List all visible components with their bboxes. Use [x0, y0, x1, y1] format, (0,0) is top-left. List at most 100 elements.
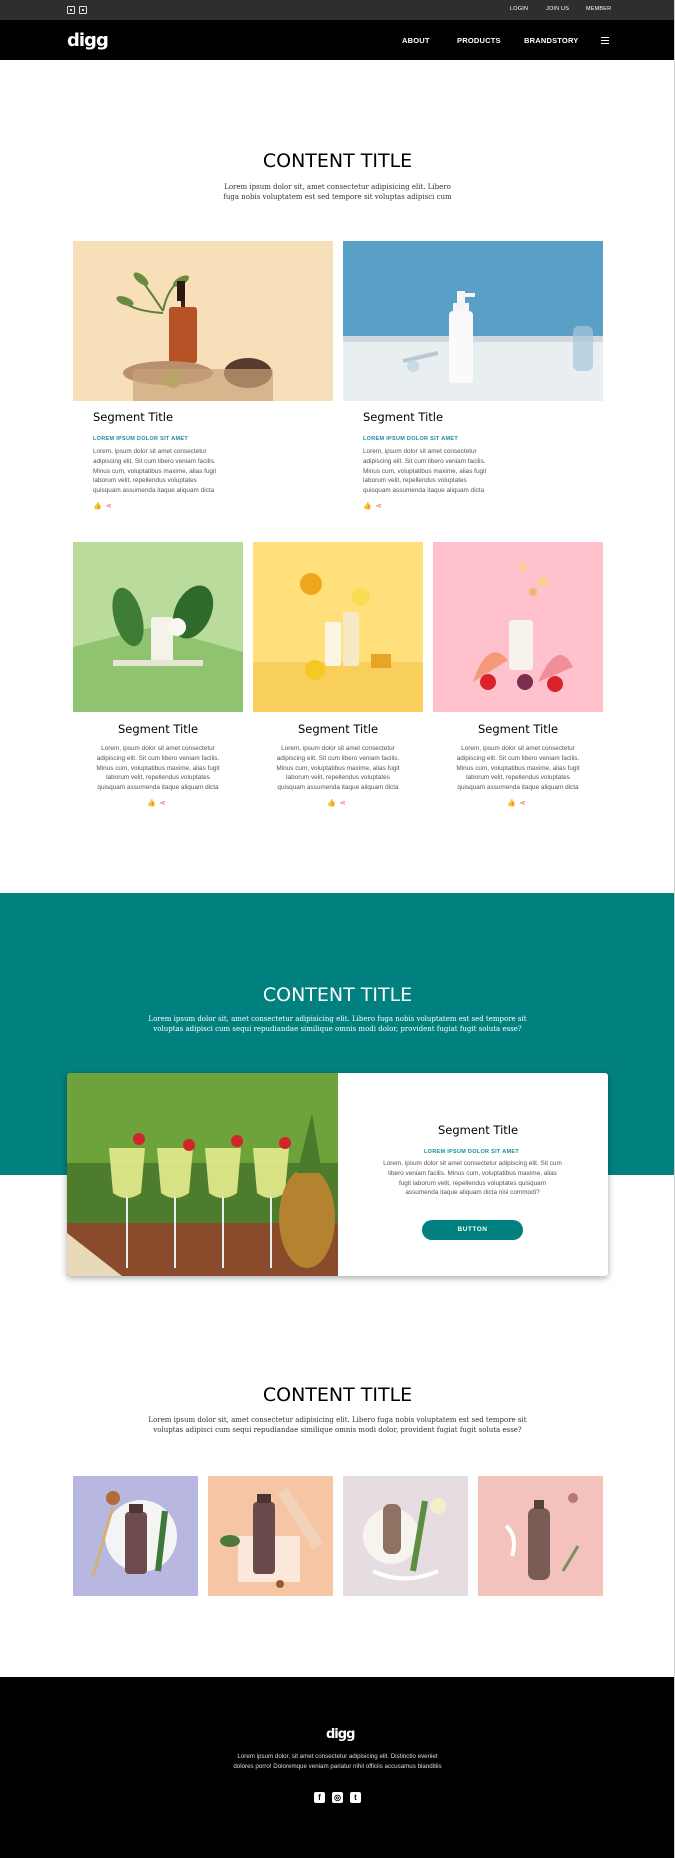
text-line: fugit laborum velit, repellendus volupta… — [398, 1179, 547, 1187]
site-logo[interactable]: digg — [67, 30, 109, 51]
segment-subtitle: LOREM IPSUM DOLOR SIT AMET — [363, 436, 458, 442]
gallery-image-grey[interactable] — [343, 1476, 468, 1596]
like-icon[interactable]: 👍 — [147, 799, 156, 807]
text-line: Lorem, ipsum dolor sit amet consectetur — [101, 745, 215, 752]
text-line: Minus cum, voluptatibus maxime, alias fu… — [456, 764, 580, 772]
section1-desc-line: Lorem ipsum dolor sit, amet consectetur … — [224, 183, 451, 191]
segment-text: Lorem, ipsum dolor sit amet consectetur … — [363, 447, 543, 496]
share-icon[interactable]: ⋖ — [106, 502, 112, 510]
join-us-link[interactable]: JOIN US — [546, 6, 569, 12]
text-line: Lorem, ipsum dolor sit amet consectetur … — [383, 1160, 562, 1167]
section1-title: CONTENT TITLE — [262, 150, 413, 172]
card-actions: 👍 ⋖ — [93, 502, 112, 510]
text-line: adipiscing elit. Sit cum libero veniam f… — [276, 754, 400, 762]
footer-text: Lorem ipsum dolor, sit amet consectetur … — [200, 1752, 475, 1772]
nav-brandstory[interactable]: BRANDSTORY — [524, 36, 579, 45]
gallery-image-rose[interactable] — [478, 1476, 603, 1596]
text-line: libero veniam facilis. Minus cum, volupt… — [388, 1169, 557, 1177]
html5-icon[interactable] — [67, 6, 75, 14]
product-image-yellow[interactable] — [253, 542, 423, 712]
like-icon[interactable]: 👍 — [507, 799, 516, 807]
segment-subtitle: LOREM IPSUM DOLOR SIT AMET — [93, 436, 188, 442]
section2-title: CONTENT TITLE — [262, 984, 413, 1006]
segment-text: Lorem, ipsum dolor sit amet consectetur … — [433, 744, 603, 793]
text-line: assumenda itaque aliquam dicta nisi comm… — [405, 1189, 540, 1197]
featured-card-title: Segment Title — [438, 1123, 519, 1137]
share-icon[interactable]: ⋖ — [376, 502, 382, 510]
instagram-icon[interactable]: ◎ — [332, 1792, 343, 1803]
share-icon[interactable]: ⋖ — [340, 799, 346, 807]
section2-desc-line: voluptas adipisci cum sequi repudiandae … — [153, 1025, 522, 1033]
twitter-icon[interactable]: t — [350, 1792, 361, 1803]
text-line: Lorem, ipsum dolor sit amet consectetur — [281, 745, 395, 752]
menu-icon[interactable] — [601, 37, 609, 44]
like-icon[interactable]: 👍 — [327, 799, 336, 807]
text-line: quisquam assumenda itaque aliquam dicta — [277, 784, 399, 792]
section3-description: Lorem ipsum dolor sit, amet consectetur … — [130, 1415, 545, 1435]
section3-desc-line: Lorem ipsum dolor sit, amet consectetur … — [148, 1416, 527, 1424]
section3-title: CONTENT TITLE — [262, 1384, 413, 1406]
section2-desc-line: Lorem ipsum dolor sit, amet consectetur … — [148, 1015, 527, 1023]
segment-text: Lorem, ipsum dolor sit amet consectetur … — [253, 744, 423, 793]
segment-title: Segment Title — [477, 722, 559, 736]
share-icon[interactable]: ⋖ — [160, 799, 166, 807]
text-line: Minus cum, voluptatibus maxime, alias fu… — [96, 764, 220, 772]
text-line: quisquam assumenda itaque aliquam dicta — [93, 487, 215, 495]
member-link[interactable]: MEMBER — [586, 6, 611, 12]
product-image-green[interactable] — [73, 542, 243, 712]
text-line: laborum velit, repellendus voluptates — [93, 477, 197, 485]
drinks-image[interactable] — [67, 1073, 338, 1276]
text-line: adipiscing elit. Sit cum libero veniam f… — [96, 754, 220, 762]
section2-description: Lorem ipsum dolor sit, amet consectetur … — [130, 1014, 545, 1034]
featured-card-subtitle: LOREM IPSUM DOLOR SIT AMET — [424, 1149, 519, 1155]
text-line: laborum velit, repellendus voluptates — [363, 477, 467, 485]
text-line: quisquam assumenda itaque aliquam dicta — [457, 784, 579, 792]
card-actions: 👍 ⋖ — [507, 799, 526, 807]
css3-icon[interactable] — [79, 6, 87, 14]
featured-card-text: Lorem, ipsum dolor sit amet consectetur … — [370, 1159, 575, 1198]
share-icon[interactable]: ⋖ — [520, 799, 526, 807]
footer-text-line: dolores porro! Doloremque veniam pariatu… — [233, 1762, 442, 1770]
product-image-serum[interactable] — [73, 241, 333, 401]
featured-card-button[interactable]: BUTTON — [422, 1220, 523, 1240]
segment-title: Segment Title — [363, 410, 444, 424]
like-icon[interactable]: 👍 — [363, 502, 372, 510]
gallery-image-lavender[interactable] — [73, 1476, 198, 1596]
segment-title: Segment Title — [297, 722, 379, 736]
section3-desc-line: voluptas adipisci cum sequi repudiandae … — [153, 1426, 522, 1434]
text-line: Minus cum, voluptatibus maxime, alias fu… — [363, 467, 487, 475]
footer-text-line: Lorem ipsum dolor, sit amet consectetur … — [237, 1753, 438, 1760]
utility-bar: LOGIN JOIN US MEMBER — [0, 0, 674, 20]
segment-title: Segment Title — [93, 410, 174, 424]
login-link[interactable]: LOGIN — [510, 6, 528, 12]
facebook-icon[interactable]: f — [314, 1792, 325, 1803]
gallery-image-peach[interactable] — [208, 1476, 333, 1596]
product-image-pink[interactable] — [433, 542, 603, 712]
text-line: quisquam assumenda itaque aliquam dicta — [97, 784, 219, 792]
card-actions: 👍 ⋖ — [327, 799, 346, 807]
product-image-pump-bottle[interactable] — [343, 241, 603, 401]
footer-logo[interactable]: digg — [326, 1727, 355, 1742]
text-line: Lorem, ipsum dolor sit amet consectetur — [461, 745, 575, 752]
section1-desc-line: fuga nobis voluptatem est sed tempore si… — [223, 193, 452, 201]
text-line: laborum velit, repellendus voluptates — [286, 774, 390, 782]
text-line: adipiscing elit. Sit cum libero veniam f… — [363, 457, 486, 465]
text-line: quisquam assumenda itaque aliquam dicta — [363, 487, 485, 495]
nav-about[interactable]: ABOUT — [402, 36, 430, 45]
segment-text: Lorem, ipsum dolor sit amet consectetur … — [93, 447, 273, 496]
segment-title: Segment Title — [117, 722, 199, 736]
page: LOGIN JOIN US MEMBER digg ABOUT PRODUCTS… — [0, 0, 675, 1858]
card-actions: 👍 ⋖ — [147, 799, 166, 807]
text-line: adipiscing elit. Sit cum libero veniam f… — [456, 754, 580, 762]
main-navbar: digg ABOUT PRODUCTS BRANDSTORY — [0, 20, 674, 60]
text-line: Minus cum, voluptatibus maxime, alias fu… — [93, 467, 217, 475]
nav-products[interactable]: PRODUCTS — [457, 36, 501, 45]
text-line: laborum velit, repellendus voluptates — [106, 774, 210, 782]
like-icon[interactable]: 👍 — [93, 502, 102, 510]
text-line: Lorem, ipsum dolor sit amet consectetur — [93, 448, 207, 455]
text-line: adipiscing elit. Sit cum libero veniam f… — [93, 457, 216, 465]
segment-text: Lorem, ipsum dolor sit amet consectetur … — [73, 744, 243, 793]
card-actions: 👍 ⋖ — [363, 502, 382, 510]
text-line: Lorem, ipsum dolor sit amet consectetur — [363, 448, 477, 455]
section1-description: Lorem ipsum dolor sit, amet consectetur … — [180, 182, 495, 202]
